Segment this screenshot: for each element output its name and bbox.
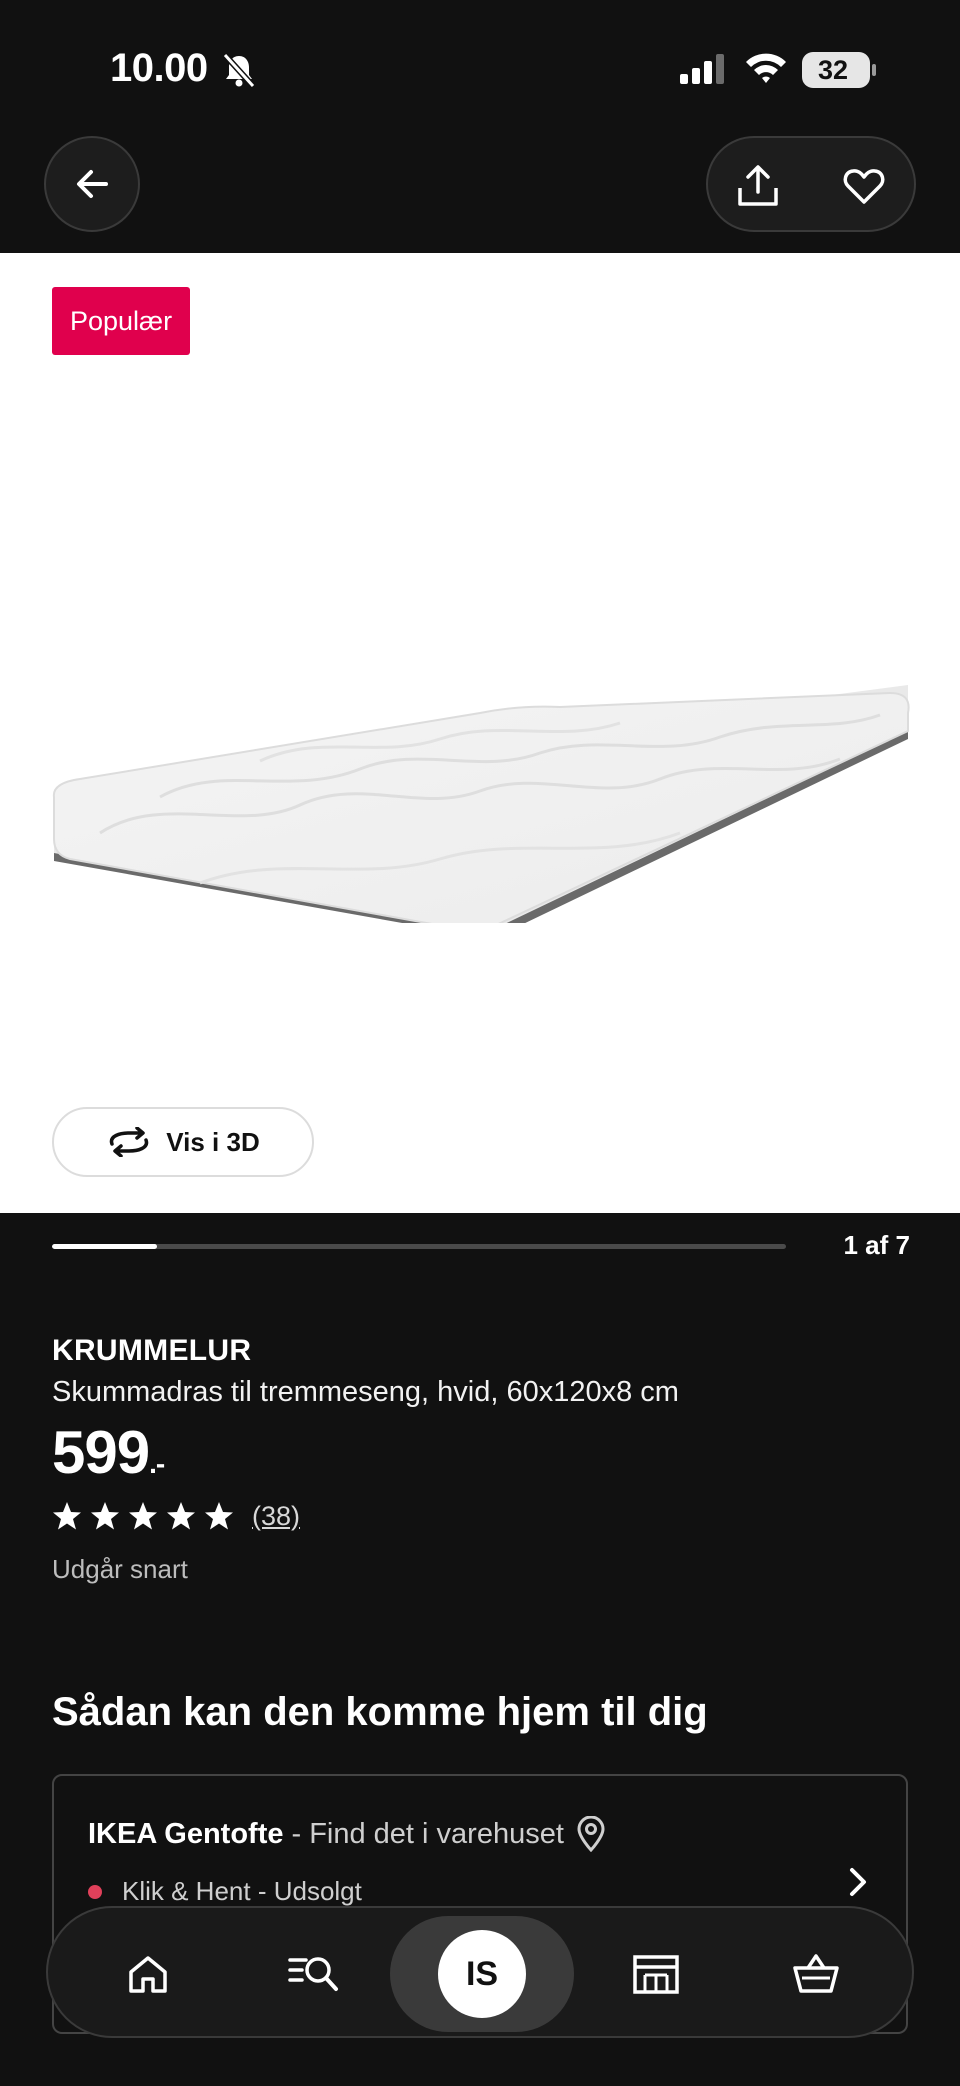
- basket-icon: [793, 1954, 839, 1993]
- product-rating[interactable]: (38): [52, 1498, 300, 1534]
- status-bar: 10.00 32: [0, 0, 960, 140]
- status-time: 10.00: [110, 46, 208, 90]
- gallery-progress-track: [52, 1244, 786, 1249]
- store-line: IKEA Gentofte - Find det i varehuset: [88, 1816, 606, 1852]
- bell-muted-icon: [222, 52, 256, 88]
- nav-home-button[interactable]: [110, 1936, 186, 2012]
- product-description: Skummadras til tremmeseng, hvid, 60x120x…: [52, 1376, 679, 1408]
- review-count-link[interactable]: (38): [252, 1501, 300, 1532]
- nav-store-button[interactable]: [618, 1936, 694, 2012]
- wifi-icon: [746, 53, 786, 83]
- rotate-3d-icon: [110, 1127, 149, 1157]
- heart-icon: [843, 169, 885, 204]
- rating-stars: [52, 1501, 242, 1531]
- gallery-progress-fill: [52, 1244, 157, 1249]
- delivery-section-title: Sådan kan den komme hjem til dig: [52, 1690, 708, 1734]
- availability-text: Klik & Hent - Udsolgt: [122, 1876, 362, 1906]
- battery-cap: [872, 64, 876, 76]
- bottom-navigation: IS: [46, 1906, 914, 2038]
- search-list-icon: [288, 1957, 338, 1991]
- battery-indicator: 32: [802, 52, 876, 88]
- nav-basket-button[interactable]: [778, 1936, 854, 2012]
- avatar: IS: [438, 1930, 526, 2018]
- store-subtitle: - Find det i varehuset: [291, 1817, 564, 1850]
- popular-badge: Populær: [52, 287, 191, 355]
- favorite-button[interactable]: [834, 156, 894, 216]
- star-icon: [53, 1502, 81, 1530]
- product-name: KRUMMELUR: [52, 1334, 252, 1367]
- view-in-3d-button[interactable]: Vis i 3D: [52, 1107, 314, 1177]
- star-icon: [129, 1502, 157, 1530]
- image-counter: 1 af 7: [843, 1230, 911, 1260]
- star-icon: [167, 1502, 195, 1530]
- unavailable-dot: [88, 1884, 102, 1899]
- mattress-product-image: [52, 685, 910, 923]
- store-name: IKEA Gentofte: [88, 1817, 284, 1850]
- chevron-right-icon[interactable]: [838, 1862, 878, 1902]
- star-icon: [205, 1502, 233, 1530]
- home-icon: [129, 1956, 167, 1993]
- availability-line: Klik & Hent - Udsolgt: [88, 1876, 362, 1907]
- back-button[interactable]: [44, 136, 140, 232]
- header-actions: [706, 136, 916, 232]
- share-icon: [738, 165, 778, 206]
- location-pin-icon: [577, 1816, 605, 1852]
- star-icon: [91, 1502, 119, 1530]
- arrow-left-icon: [77, 170, 108, 198]
- battery-level: 32: [817, 55, 849, 85]
- nav-search-button[interactable]: [276, 1936, 352, 2012]
- view-in-3d-label: Vis i 3D: [166, 1126, 260, 1157]
- price-value: 599: [52, 1419, 150, 1486]
- nav-profile-button[interactable]: IS: [390, 1916, 574, 2032]
- product-price: 599.-: [52, 1418, 165, 1487]
- product-image-gallery[interactable]: Populær Vis i 3D: [0, 253, 960, 1213]
- cellular-signal-icon: [680, 54, 724, 84]
- share-button[interactable]: [728, 156, 788, 216]
- product-status-note: Udgår snart: [52, 1554, 188, 1584]
- price-suffix: .-: [149, 1448, 165, 1479]
- store-icon: [633, 1955, 679, 1994]
